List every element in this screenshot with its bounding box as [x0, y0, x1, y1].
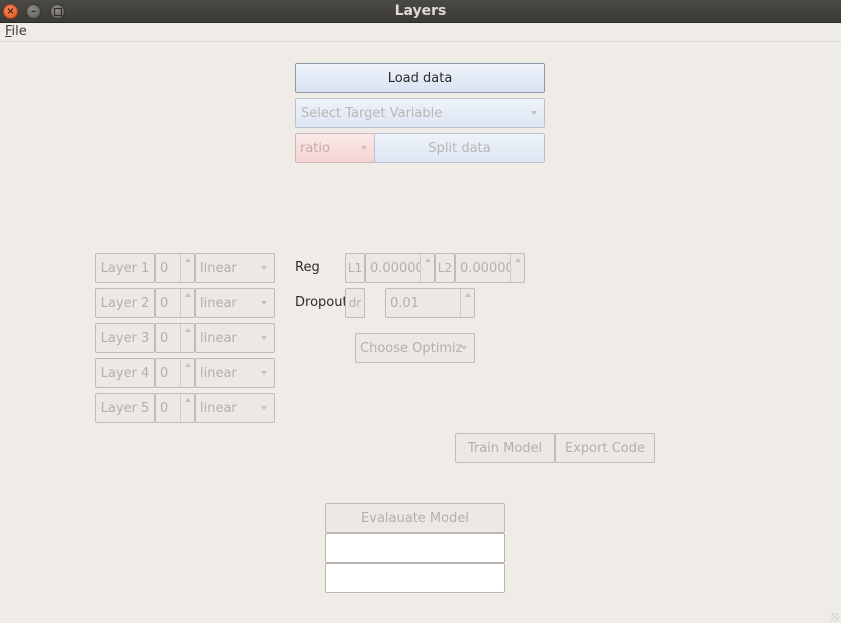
layer-5-activation-select[interactable]: linear	[195, 393, 275, 423]
load-data-button[interactable]: Load data	[295, 63, 545, 93]
split-data-button[interactable]: Split data	[374, 133, 545, 163]
layer-1-units-spinner[interactable]: 0	[155, 253, 195, 283]
dropout-spinner[interactable]: 0.01	[385, 288, 475, 318]
layer-3-button[interactable]: Layer 3	[95, 323, 155, 353]
layer-4-units-value: 0	[160, 365, 169, 381]
spin-up-icon[interactable]	[180, 359, 194, 387]
spin-up-icon[interactable]	[180, 254, 194, 282]
layer-1-units-value: 0	[160, 260, 169, 276]
window-title: Layers	[394, 3, 447, 19]
layer-5-button[interactable]: Layer 5	[95, 393, 155, 423]
chevron-down-icon	[261, 301, 267, 305]
target-variable-placeholder: Select Target Variable	[301, 105, 443, 121]
export-code-button[interactable]: Export Code	[555, 433, 655, 463]
spin-up-icon[interactable]	[510, 254, 524, 282]
result-field-1[interactable]	[325, 533, 505, 563]
ratio-select[interactable]: ratio	[295, 133, 375, 163]
spin-up-icon[interactable]	[420, 254, 434, 282]
spin-up-icon[interactable]	[180, 394, 194, 422]
title-bar: × – Layers	[0, 0, 841, 23]
target-variable-select[interactable]: Select Target Variable	[295, 98, 545, 128]
chevron-down-icon	[531, 111, 537, 115]
l2-spinner[interactable]: 0.000000	[455, 253, 525, 283]
dropout-value: 0.01	[390, 295, 419, 311]
layer-1-activation-value: linear	[200, 260, 237, 276]
layer-5-units-spinner[interactable]: 0	[155, 393, 195, 423]
layer-2-activation-value: linear	[200, 295, 237, 311]
menu-file[interactable]: File	[5, 24, 27, 39]
layer-4-activation-value: linear	[200, 365, 237, 381]
layer-2-button[interactable]: Layer 2	[95, 288, 155, 318]
chevron-down-icon	[261, 371, 267, 375]
layer-3-activation-select[interactable]: linear	[195, 323, 275, 353]
chevron-down-icon	[261, 266, 267, 270]
spin-up-icon[interactable]	[180, 289, 194, 317]
dropout-label: Dropout	[295, 295, 348, 310]
l1-button[interactable]: L1	[345, 253, 365, 283]
evaluate-model-button[interactable]: Evalauate Model	[325, 503, 505, 533]
layer-3-units-spinner[interactable]: 0	[155, 323, 195, 353]
layer-2-activation-select[interactable]: linear	[195, 288, 275, 318]
optimizer-select[interactable]: Choose Optimiz	[355, 333, 475, 363]
result-field-2[interactable]	[325, 563, 505, 593]
layer-3-activation-value: linear	[200, 330, 237, 346]
layer-4-button[interactable]: Layer 4	[95, 358, 155, 388]
layer-2-units-value: 0	[160, 295, 169, 311]
l1-spinner[interactable]: 0.000000	[365, 253, 435, 283]
layer-4-activation-select[interactable]: linear	[195, 358, 275, 388]
chevron-down-icon	[261, 336, 267, 340]
ratio-placeholder: ratio	[300, 140, 330, 156]
reg-label: Reg	[295, 260, 320, 275]
dr-button[interactable]: dr	[345, 288, 365, 318]
layer-5-units-value: 0	[160, 400, 169, 416]
chevron-down-icon	[461, 346, 467, 350]
optimizer-placeholder: Choose Optimiz	[360, 340, 463, 356]
layer-5-activation-value: linear	[200, 400, 237, 416]
layer-1-activation-select[interactable]: linear	[195, 253, 275, 283]
chevron-down-icon	[261, 406, 267, 410]
layer-1-button[interactable]: Layer 1	[95, 253, 155, 283]
layer-2-units-spinner[interactable]: 0	[155, 288, 195, 318]
menu-bar: File	[0, 23, 841, 42]
spin-up-icon[interactable]	[460, 289, 474, 317]
layer-3-units-value: 0	[160, 330, 169, 346]
train-model-button[interactable]: Train Model	[455, 433, 555, 463]
resize-grip[interactable]	[831, 613, 839, 621]
layer-4-units-spinner[interactable]: 0	[155, 358, 195, 388]
chevron-down-icon	[361, 146, 367, 150]
spin-up-icon[interactable]	[180, 324, 194, 352]
l2-button[interactable]: L2	[435, 253, 455, 283]
